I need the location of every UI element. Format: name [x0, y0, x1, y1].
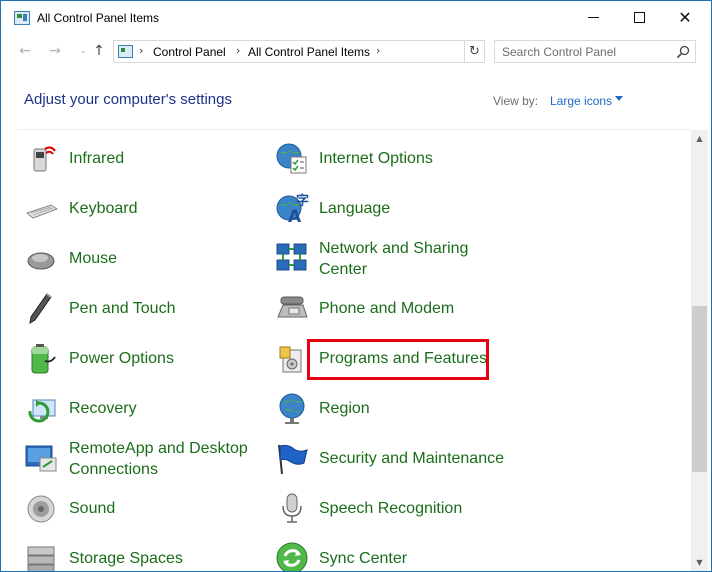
- svg-text:A: A: [288, 207, 302, 225]
- item-label: Sync Center: [319, 550, 408, 567]
- item-label: Keyboard: [69, 200, 138, 217]
- network-icon: [276, 243, 307, 271]
- window-title: All Control Panel Items: [37, 11, 160, 25]
- svg-text:字: 字: [296, 193, 309, 209]
- item-storage-spaces[interactable]: Storage Spaces: [25, 536, 255, 571]
- recovery-icon: [28, 399, 56, 423]
- flag-icon: [278, 444, 308, 475]
- item-label: Network and Sharing Center: [319, 240, 469, 278]
- speaker-icon: [27, 495, 55, 523]
- item-power-options[interactable]: Power Options: [25, 336, 255, 384]
- globe-checklist-icon: [276, 143, 307, 174]
- storage-icon: [27, 546, 55, 571]
- breadcrumb-control-panel[interactable]: Control Panel: [153, 45, 226, 59]
- item-label: Phone and Modem: [319, 300, 455, 317]
- scroll-down-arrow-icon[interactable]: ▼: [691, 554, 708, 571]
- item-language[interactable]: A 字 Language: [275, 186, 525, 234]
- forward-arrow-icon[interactable]: →: [45, 41, 65, 61]
- minimize-button[interactable]: [570, 1, 616, 33]
- item-sync-center[interactable]: Sync Center: [275, 536, 525, 571]
- search-box[interactable]: [494, 40, 696, 63]
- search-input[interactable]: [495, 41, 671, 62]
- close-button[interactable]: ✕: [662, 1, 708, 33]
- item-label: Speech Recognition: [319, 500, 463, 517]
- scroll-up-arrow-icon[interactable]: ▲: [691, 130, 708, 147]
- navigation-bar: ← → ⌄ ↑ › Control Panel › All Control Pa…: [1, 35, 711, 67]
- item-phone-and-modem[interactable]: Phone and Modem: [275, 286, 525, 334]
- remote-desktop-icon: [25, 445, 57, 472]
- item-label: Storage Spaces: [69, 550, 183, 567]
- item-label: RemoteApp and Desktop Connections: [69, 440, 248, 478]
- item-label: Security and Maintenance: [319, 450, 504, 467]
- refresh-button[interactable]: ↻: [465, 40, 485, 63]
- item-keyboard[interactable]: Keyboard: [25, 186, 255, 234]
- item-label: Sound: [69, 500, 116, 517]
- up-arrow-icon[interactable]: ↑: [89, 41, 109, 61]
- item-label: Power Options: [69, 350, 174, 367]
- item-label: Region: [319, 400, 370, 417]
- item-infrared[interactable]: Infrared: [25, 136, 255, 184]
- programs-icon: [279, 346, 302, 373]
- region-globe-icon: [279, 393, 305, 424]
- control-panel-icon: [14, 11, 30, 25]
- maximize-icon: [633, 11, 645, 23]
- control-panel-icon: [118, 45, 133, 58]
- battery-icon: [31, 344, 56, 374]
- chevron-right-icon[interactable]: ›: [139, 44, 143, 57]
- language-icon: A 字: [276, 193, 309, 225]
- microphone-icon: [282, 493, 302, 523]
- chevron-down-icon[interactable]: [615, 96, 623, 101]
- vertical-scrollbar[interactable]: ▲ ▼: [691, 130, 708, 571]
- minimize-icon: [587, 16, 599, 18]
- mouse-icon: [27, 252, 55, 270]
- item-label: Infrared: [69, 150, 125, 167]
- address-bar[interactable]: › Control Panel › All Control Panel Item…: [113, 40, 569, 63]
- item-region[interactable]: Region: [275, 386, 525, 434]
- item-label: Mouse: [69, 250, 118, 267]
- scrollbar-thumb[interactable]: [692, 306, 707, 472]
- maximize-button[interactable]: [616, 1, 662, 33]
- page-title: Adjust your computer's settings: [24, 91, 232, 108]
- item-label: Pen and Touch: [69, 300, 176, 317]
- item-internet-options[interactable]: Internet Options: [275, 136, 525, 184]
- breadcrumb-all-items[interactable]: All Control Panel Items: [248, 45, 370, 59]
- close-icon: ✕: [678, 7, 692, 27]
- refresh-icon: ↻: [469, 44, 480, 59]
- item-sound[interactable]: Sound: [25, 486, 255, 534]
- pen-icon: [29, 293, 52, 324]
- view-by-label: View by:: [493, 94, 539, 108]
- item-network-sharing[interactable]: Network and Sharing Center: [275, 236, 525, 284]
- item-label: Recovery: [69, 400, 137, 417]
- item-pen-and-touch[interactable]: Pen and Touch: [25, 286, 255, 334]
- item-label: Language: [319, 200, 391, 217]
- chevron-right-icon[interactable]: ›: [376, 44, 380, 57]
- item-speech-recognition[interactable]: Speech Recognition: [275, 486, 525, 534]
- item-remoteapp[interactable]: RemoteApp and Desktop Connections: [25, 436, 255, 484]
- item-mouse[interactable]: Mouse: [25, 236, 255, 284]
- back-arrow-icon[interactable]: ←: [15, 41, 35, 61]
- phone-icon: [277, 296, 308, 318]
- chevron-right-icon[interactable]: ›: [236, 44, 240, 57]
- infrared-icon: [33, 146, 56, 172]
- item-label: Internet Options: [319, 150, 433, 167]
- title-bar[interactable]: All Control Panel Items ✕: [1, 1, 711, 35]
- keyboard-icon: [25, 204, 59, 219]
- control-panel-window: All Control Panel Items ✕ ← → ⌄ ↑ › Cont…: [0, 0, 712, 572]
- search-icon[interactable]: [676, 45, 690, 59]
- item-recovery[interactable]: Recovery: [25, 386, 255, 434]
- highlight-box: [307, 339, 489, 380]
- view-by-dropdown[interactable]: Large icons: [550, 94, 612, 108]
- sync-icon: [276, 542, 308, 571]
- item-security-maintenance[interactable]: Security and Maintenance: [275, 436, 525, 484]
